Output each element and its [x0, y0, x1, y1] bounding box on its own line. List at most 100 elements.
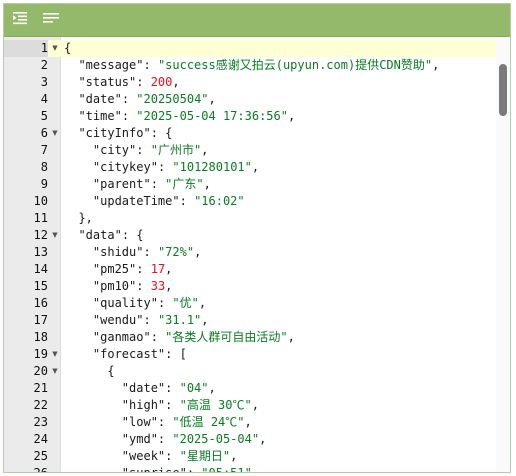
json-string: "success感谢又拍云(upyun.com)提供CDN赞助" [157, 58, 433, 72]
code-line[interactable]: 16 "quality": "优", [4, 295, 496, 312]
code-line[interactable]: 1 ▼ { [4, 40, 496, 57]
code-line[interactable]: 22 "high": "高温 30℃", [4, 397, 496, 414]
json-punct [64, 415, 122, 429]
json-key: "cityInfo" [78, 126, 151, 140]
code-text: "week": "星期日", [64, 448, 238, 465]
compact-lines-icon [42, 11, 62, 27]
json-punct: : [136, 262, 151, 276]
json-punct: : [121, 92, 137, 106]
json-punct: : [150, 177, 166, 191]
code-text: "message": "success感谢又拍云(upyun.com)提供CDN… [64, 57, 439, 74]
code-line[interactable]: 4 "date": "20250504", [4, 91, 496, 108]
json-punct [64, 75, 78, 89]
code-line[interactable]: 17 "wendu": "31.1", [4, 312, 496, 329]
fold-toggle-icon[interactable]: ▼ [51, 125, 59, 142]
json-viewer: 1 ▼{2 "message": "success感谢又拍云(upyun.com)… [3, 3, 511, 473]
code-line[interactable]: 20 ▼ { [4, 363, 496, 380]
code-editor[interactable]: 1 ▼{2 "message": "success感谢又拍云(upyun.com)… [4, 37, 510, 472]
json-string: "72%" [157, 245, 195, 259]
json-string: "04" [179, 381, 209, 395]
scrollbar-thumb[interactable] [499, 64, 507, 116]
code-line[interactable]: 11 }, [4, 210, 496, 227]
code-line[interactable]: 9 "parent": "广东", [4, 176, 496, 193]
json-string: "2025-05-04" [172, 432, 260, 446]
code-line[interactable]: 23 "low": "低温 24℃", [4, 414, 496, 431]
code-line[interactable]: 21 "date": "04", [4, 380, 496, 397]
json-punct: : { [150, 126, 173, 140]
line-number: 18 [33, 330, 48, 344]
code-line[interactable]: 24 "ymd": "2025-05-04", [4, 431, 496, 448]
json-punct [64, 245, 93, 259]
json-punct [64, 432, 122, 446]
json-string: "低温 24℃" [172, 415, 245, 429]
code-line[interactable]: 13 "shidu": "72%", [4, 244, 496, 261]
json-string: "16:02" [194, 194, 245, 208]
json-punct [64, 92, 78, 106]
json-punct: , [198, 296, 207, 310]
code-line[interactable]: 7 "city": "广州市", [4, 142, 496, 159]
code-line[interactable]: 14 "pm25": 17, [4, 261, 496, 278]
json-punct: : [165, 398, 180, 412]
fold-toggle-icon[interactable]: ▼ [51, 363, 59, 380]
json-key: "ganmao" [92, 330, 151, 344]
code-line[interactable]: 2 "message": "success感谢又拍云(upyun.com)提供C… [4, 57, 496, 74]
format-button[interactable] [12, 11, 32, 29]
code-line[interactable]: 3 "status": 200, [4, 74, 496, 91]
json-punct [64, 466, 122, 472]
json-punct: , [432, 58, 440, 72]
code-line[interactable]: 10 "updateTime": "16:02" [4, 193, 496, 210]
code-text: "date": "20250504", [64, 91, 215, 108]
code-line[interactable]: 15 "pm10": 33, [4, 278, 496, 295]
fold-toggle-icon[interactable]: ▼ [51, 227, 59, 244]
code-text: "cityInfo": { [64, 125, 172, 142]
code-text: "time": "2025-05-04 17:36:56", [64, 108, 295, 125]
json-key: "sunrise" [121, 466, 187, 473]
json-string: "广东" [165, 177, 204, 191]
line-number: 15 [33, 279, 48, 293]
code-line[interactable]: 25 "week": "星期日", [4, 448, 496, 465]
json-punct [64, 143, 93, 157]
code-text: "city": "广州市", [64, 142, 209, 159]
code-line[interactable]: 5 "time": "2025-05-04 17:36:56", [4, 108, 496, 125]
json-key: "data" [78, 228, 122, 242]
json-key: "forecast" [92, 347, 166, 361]
json-string: "广州市" [150, 143, 202, 157]
json-key: "time" [78, 109, 122, 123]
code-text: "ymd": "2025-05-04", [64, 431, 267, 448]
code-text: "forecast": [ [64, 346, 187, 363]
vertical-scrollbar[interactable] [496, 37, 510, 472]
fold-toggle-icon[interactable]: ▼ [51, 40, 59, 57]
line-number: 8 [40, 160, 48, 174]
code-line[interactable]: 12 ▼ "data": { [4, 227, 496, 244]
json-punct: , [259, 432, 267, 446]
line-number: 22 [33, 398, 48, 412]
code-text: { [64, 363, 114, 380]
json-key: "week" [121, 449, 166, 463]
code-text: }, [64, 210, 93, 227]
json-punct: , [287, 109, 296, 123]
code-line[interactable]: 6 ▼ "cityInfo": { [4, 125, 496, 142]
code-line[interactable]: 8 "citykey": "101280101", [4, 159, 496, 176]
json-key: "shidu" [92, 245, 144, 259]
json-key: "quality" [92, 296, 158, 310]
json-string: "101280101" [172, 160, 252, 174]
json-punct: }, [64, 211, 93, 225]
compact-button[interactable] [42, 11, 62, 29]
code-line[interactable]: 26 "sunrise": "05:51", [4, 465, 496, 473]
json-punct: : [157, 160, 173, 174]
json-punct [64, 313, 93, 327]
fold-toggle-icon[interactable]: ▼ [51, 346, 59, 363]
json-punct [64, 109, 78, 123]
json-punct [64, 381, 122, 395]
json-punct: : [143, 313, 158, 327]
json-key: "message" [78, 58, 144, 72]
code-text: "quality": "优", [64, 295, 206, 312]
line-number: 6 [40, 126, 48, 140]
json-key: "low" [121, 415, 158, 429]
json-punct: , [201, 313, 209, 327]
code-line[interactable]: 19 ▼ "forecast": [ [4, 346, 496, 363]
json-punct [64, 58, 78, 72]
json-punct [64, 449, 122, 463]
json-string: "2025-05-04 17:36:56" [136, 109, 288, 123]
code-line[interactable]: 18 "ganmao": "各类人群可自由活动", [4, 329, 496, 346]
